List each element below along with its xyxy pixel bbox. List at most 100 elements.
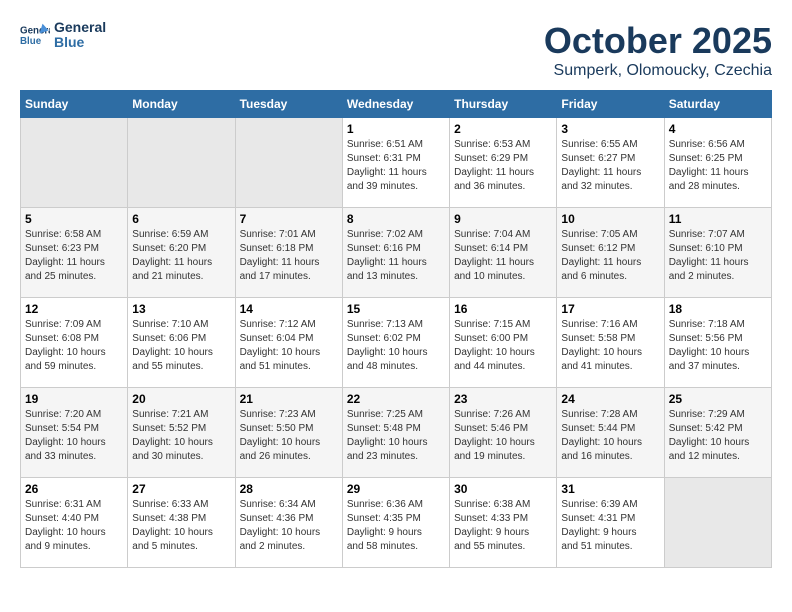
day-header-sunday: Sunday — [21, 91, 128, 118]
day-number: 28 — [240, 482, 338, 496]
day-content: Sunrise: 7:12 AM Sunset: 6:04 PM Dayligh… — [240, 318, 338, 374]
day-number: 14 — [240, 302, 338, 316]
calendar-cell: 13 Sunrise: 7:10 AM Sunset: 6:06 PM Dayli… — [128, 298, 235, 388]
calendar-cell: 24 Sunrise: 7:28 AM Sunset: 5:44 PM Dayli… — [557, 388, 664, 478]
day-content: Sunrise: 7:25 AM Sunset: 5:48 PM Dayligh… — [347, 408, 445, 464]
day-number: 24 — [561, 392, 659, 406]
day-content: Sunrise: 6:33 AM Sunset: 4:38 PM Dayligh… — [132, 498, 230, 554]
calendar-cell: 20 Sunrise: 7:21 AM Sunset: 5:52 PM Dayli… — [128, 388, 235, 478]
day-number: 7 — [240, 212, 338, 226]
day-content: Sunrise: 7:05 AM Sunset: 6:12 PM Dayligh… — [561, 228, 659, 284]
calendar-cell: 10Sunrise: 7:05 AM Sunset: 6:12 PM Dayli… — [557, 208, 664, 298]
day-content: Sunrise: 7:16 AM Sunset: 5:58 PM Dayligh… — [561, 318, 659, 374]
day-number: 13 — [132, 302, 230, 316]
calendar-cell: 2 Sunrise: 6:53 AM Sunset: 6:29 PM Daylig… — [450, 118, 557, 208]
day-content: Sunrise: 7:21 AM Sunset: 5:52 PM Dayligh… — [132, 408, 230, 464]
day-number: 20 — [132, 392, 230, 406]
calendar-cell: 30 Sunrise: 6:38 AM Sunset: 4:33 PM Dayli… — [450, 478, 557, 568]
day-number: 9 — [454, 212, 552, 226]
calendar-cell: 3Sunrise: 6:55 AM Sunset: 6:27 PM Daylig… — [557, 118, 664, 208]
calendar-cell: 28 Sunrise: 6:34 AM Sunset: 4:36 PM Dayli… — [235, 478, 342, 568]
day-content: Sunrise: 6:51 AM Sunset: 6:31 PM Dayligh… — [347, 138, 445, 194]
calendar-cell — [21, 118, 128, 208]
page-header: General Blue General Blue October 2025 S… — [20, 20, 772, 80]
calendar-cell: 1Sunrise: 6:51 AM Sunset: 6:31 PM Daylig… — [342, 118, 449, 208]
day-number: 27 — [132, 482, 230, 496]
day-number: 5 — [25, 212, 123, 226]
svg-text:Blue: Blue — [20, 36, 42, 47]
calendar-cell: 15 Sunrise: 7:13 AM Sunset: 6:02 PM Dayli… — [342, 298, 449, 388]
calendar-cell: 22Sunrise: 7:25 AM Sunset: 5:48 PM Dayli… — [342, 388, 449, 478]
logo-line2: Blue — [54, 35, 106, 50]
location-subtitle: Sumperk, Olomoucky, Czechia — [544, 62, 772, 80]
day-content: Sunrise: 7:29 AM Sunset: 5:42 PM Dayligh… — [669, 408, 767, 464]
calendar-cell: 18 Sunrise: 7:18 AM Sunset: 5:56 PM Dayli… — [664, 298, 771, 388]
day-content: Sunrise: 7:09 AM Sunset: 6:08 PM Dayligh… — [25, 318, 123, 374]
calendar-cell: 14 Sunrise: 7:12 AM Sunset: 6:04 PM Dayli… — [235, 298, 342, 388]
calendar-cell: 11Sunrise: 7:07 AM Sunset: 6:10 PM Dayli… — [664, 208, 771, 298]
day-number: 8 — [347, 212, 445, 226]
day-content: Sunrise: 7:02 AM Sunset: 6:16 PM Dayligh… — [347, 228, 445, 284]
day-content: Sunrise: 7:10 AM Sunset: 6:06 PM Dayligh… — [132, 318, 230, 374]
day-number: 16 — [454, 302, 552, 316]
day-header-thursday: Thursday — [450, 91, 557, 118]
day-content: Sunrise: 6:34 AM Sunset: 4:36 PM Dayligh… — [240, 498, 338, 554]
calendar-cell: 12 Sunrise: 7:09 AM Sunset: 6:08 PM Dayli… — [21, 298, 128, 388]
day-number: 12 — [25, 302, 123, 316]
day-content: Sunrise: 6:56 AM Sunset: 6:25 PM Dayligh… — [669, 138, 767, 194]
day-number: 23 — [454, 392, 552, 406]
day-content: Sunrise: 7:20 AM Sunset: 5:54 PM Dayligh… — [25, 408, 123, 464]
day-header-friday: Friday — [557, 91, 664, 118]
day-number: 18 — [669, 302, 767, 316]
day-number: 2 — [454, 122, 552, 136]
day-number: 31 — [561, 482, 659, 496]
day-content: Sunrise: 6:38 AM Sunset: 4:33 PM Dayligh… — [454, 498, 552, 554]
day-number: 19 — [25, 392, 123, 406]
day-content: Sunrise: 6:53 AM Sunset: 6:29 PM Dayligh… — [454, 138, 552, 194]
day-content: Sunrise: 7:04 AM Sunset: 6:14 PM Dayligh… — [454, 228, 552, 284]
calendar-cell — [235, 118, 342, 208]
day-number: 30 — [454, 482, 552, 496]
day-number: 4 — [669, 122, 767, 136]
logo-line1: General — [54, 20, 106, 35]
day-number: 21 — [240, 392, 338, 406]
day-header-monday: Monday — [128, 91, 235, 118]
day-content: Sunrise: 6:59 AM Sunset: 6:20 PM Dayligh… — [132, 228, 230, 284]
day-number: 26 — [25, 482, 123, 496]
calendar-cell: 19 Sunrise: 7:20 AM Sunset: 5:54 PM Dayli… — [21, 388, 128, 478]
calendar-cell: 8 Sunrise: 7:02 AM Sunset: 6:16 PM Daylig… — [342, 208, 449, 298]
day-content: Sunrise: 7:15 AM Sunset: 6:00 PM Dayligh… — [454, 318, 552, 374]
calendar-cell: 21Sunrise: 7:23 AM Sunset: 5:50 PM Dayli… — [235, 388, 342, 478]
day-content: Sunrise: 6:36 AM Sunset: 4:35 PM Dayligh… — [347, 498, 445, 554]
day-content: Sunrise: 7:26 AM Sunset: 5:46 PM Dayligh… — [454, 408, 552, 464]
day-content: Sunrise: 7:18 AM Sunset: 5:56 PM Dayligh… — [669, 318, 767, 374]
day-number: 6 — [132, 212, 230, 226]
calendar-cell: 17Sunrise: 7:16 AM Sunset: 5:58 PM Dayli… — [557, 298, 664, 388]
day-content: Sunrise: 7:28 AM Sunset: 5:44 PM Dayligh… — [561, 408, 659, 464]
logo: General Blue General Blue — [20, 20, 106, 51]
day-header-saturday: Saturday — [664, 91, 771, 118]
calendar-cell: 7 Sunrise: 7:01 AM Sunset: 6:18 PM Daylig… — [235, 208, 342, 298]
day-content: Sunrise: 6:31 AM Sunset: 4:40 PM Dayligh… — [25, 498, 123, 554]
calendar-cell: 16 Sunrise: 7:15 AM Sunset: 6:00 PM Dayli… — [450, 298, 557, 388]
calendar-table: SundayMondayTuesdayWednesdayThursdayFrid… — [20, 90, 772, 568]
day-number: 15 — [347, 302, 445, 316]
month-title: October 2025 — [544, 20, 772, 62]
calendar-cell: 26 Sunrise: 6:31 AM Sunset: 4:40 PM Dayli… — [21, 478, 128, 568]
calendar-cell: 5 Sunrise: 6:58 AM Sunset: 6:23 PM Daylig… — [21, 208, 128, 298]
day-number: 29 — [347, 482, 445, 496]
title-block: October 2025 Sumperk, Olomoucky, Czechia — [544, 20, 772, 80]
day-content: Sunrise: 7:01 AM Sunset: 6:18 PM Dayligh… — [240, 228, 338, 284]
calendar-cell — [664, 478, 771, 568]
calendar-cell: 27 Sunrise: 6:33 AM Sunset: 4:38 PM Dayli… — [128, 478, 235, 568]
day-header-wednesday: Wednesday — [342, 91, 449, 118]
day-content: Sunrise: 6:39 AM Sunset: 4:31 PM Dayligh… — [561, 498, 659, 554]
calendar-cell: 25Sunrise: 7:29 AM Sunset: 5:42 PM Dayli… — [664, 388, 771, 478]
day-content: Sunrise: 7:13 AM Sunset: 6:02 PM Dayligh… — [347, 318, 445, 374]
day-content: Sunrise: 6:58 AM Sunset: 6:23 PM Dayligh… — [25, 228, 123, 284]
calendar-cell: 4 Sunrise: 6:56 AM Sunset: 6:25 PM Daylig… — [664, 118, 771, 208]
day-content: Sunrise: 7:07 AM Sunset: 6:10 PM Dayligh… — [669, 228, 767, 284]
calendar-cell: 6 Sunrise: 6:59 AM Sunset: 6:20 PM Daylig… — [128, 208, 235, 298]
day-header-tuesday: Tuesday — [235, 91, 342, 118]
calendar-cell: 9 Sunrise: 7:04 AM Sunset: 6:14 PM Daylig… — [450, 208, 557, 298]
